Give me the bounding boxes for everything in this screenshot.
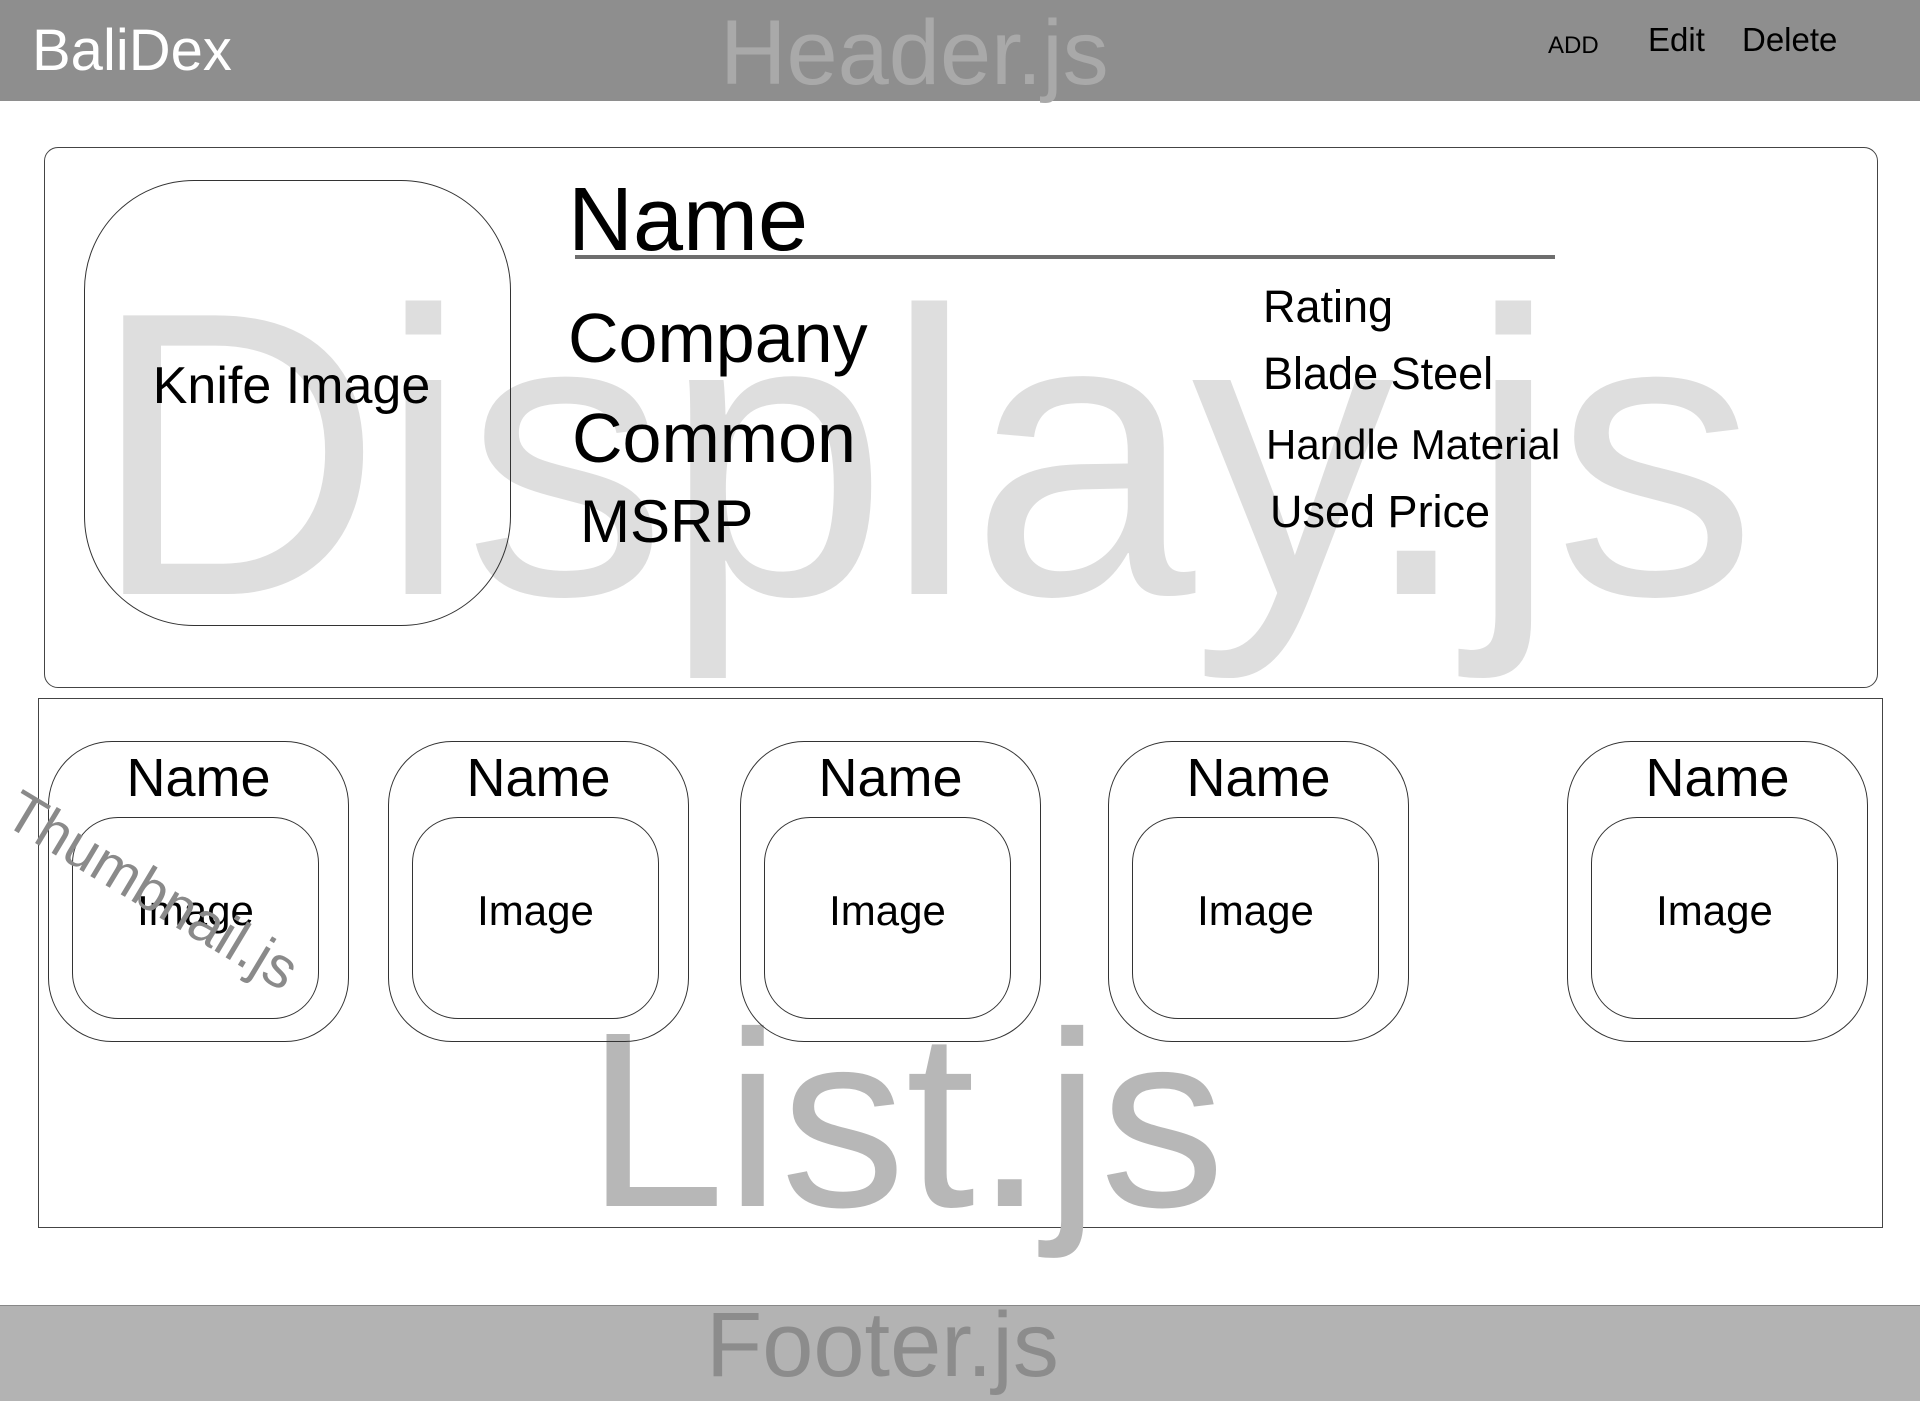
thumbnail-card[interactable]: Name Image [740, 741, 1041, 1042]
thumbnail-card[interactable]: Name Image [1108, 741, 1409, 1042]
thumbnail-image-label: Image [1197, 887, 1314, 934]
thumbnail-card[interactable]: Name Image [1567, 741, 1868, 1042]
thumbnail-image-placeholder: Image [412, 817, 659, 1019]
thumbnail-name: Name [1186, 748, 1331, 808]
common-field: Common [572, 399, 856, 477]
knife-image-label: Knife Image [152, 357, 431, 415]
used-price-field: Used Price [1270, 486, 1491, 537]
thumbnail-image-placeholder: Image [764, 817, 1011, 1019]
thumbnail-name: Name [126, 748, 271, 808]
thumbnail-name: Name [1645, 748, 1790, 808]
thumbnail-image-label: Image [1656, 887, 1773, 934]
blade-steel-field: Blade Steel [1263, 348, 1494, 399]
company-field: Company [568, 299, 868, 377]
footer-component-label: Footer.js [706, 1294, 1059, 1396]
rating-field: Rating [1263, 281, 1394, 332]
thumbnail-image-placeholder: Image [1132, 817, 1379, 1019]
msrp-field: MSRP [580, 488, 754, 555]
thumbnail-image-label: Image [477, 887, 594, 934]
handle-material-field: Handle Material [1266, 421, 1561, 468]
thumbnail-name: Name [466, 748, 611, 808]
brand-logo[interactable]: BaliDex [32, 16, 232, 86]
thumbnail-image-label: Image [829, 887, 946, 934]
thumbnail-card[interactable]: Name Image [388, 741, 689, 1042]
thumbnail-name: Name [818, 748, 963, 808]
delete-button[interactable]: Delete [1742, 18, 1837, 62]
header-component-label: Header.js [720, 2, 1109, 104]
add-button[interactable]: ADD [1548, 24, 1599, 68]
name-underline [575, 255, 1555, 259]
thumbnail-image-placeholder: Image [1591, 817, 1838, 1019]
edit-button[interactable]: Edit [1648, 18, 1705, 62]
